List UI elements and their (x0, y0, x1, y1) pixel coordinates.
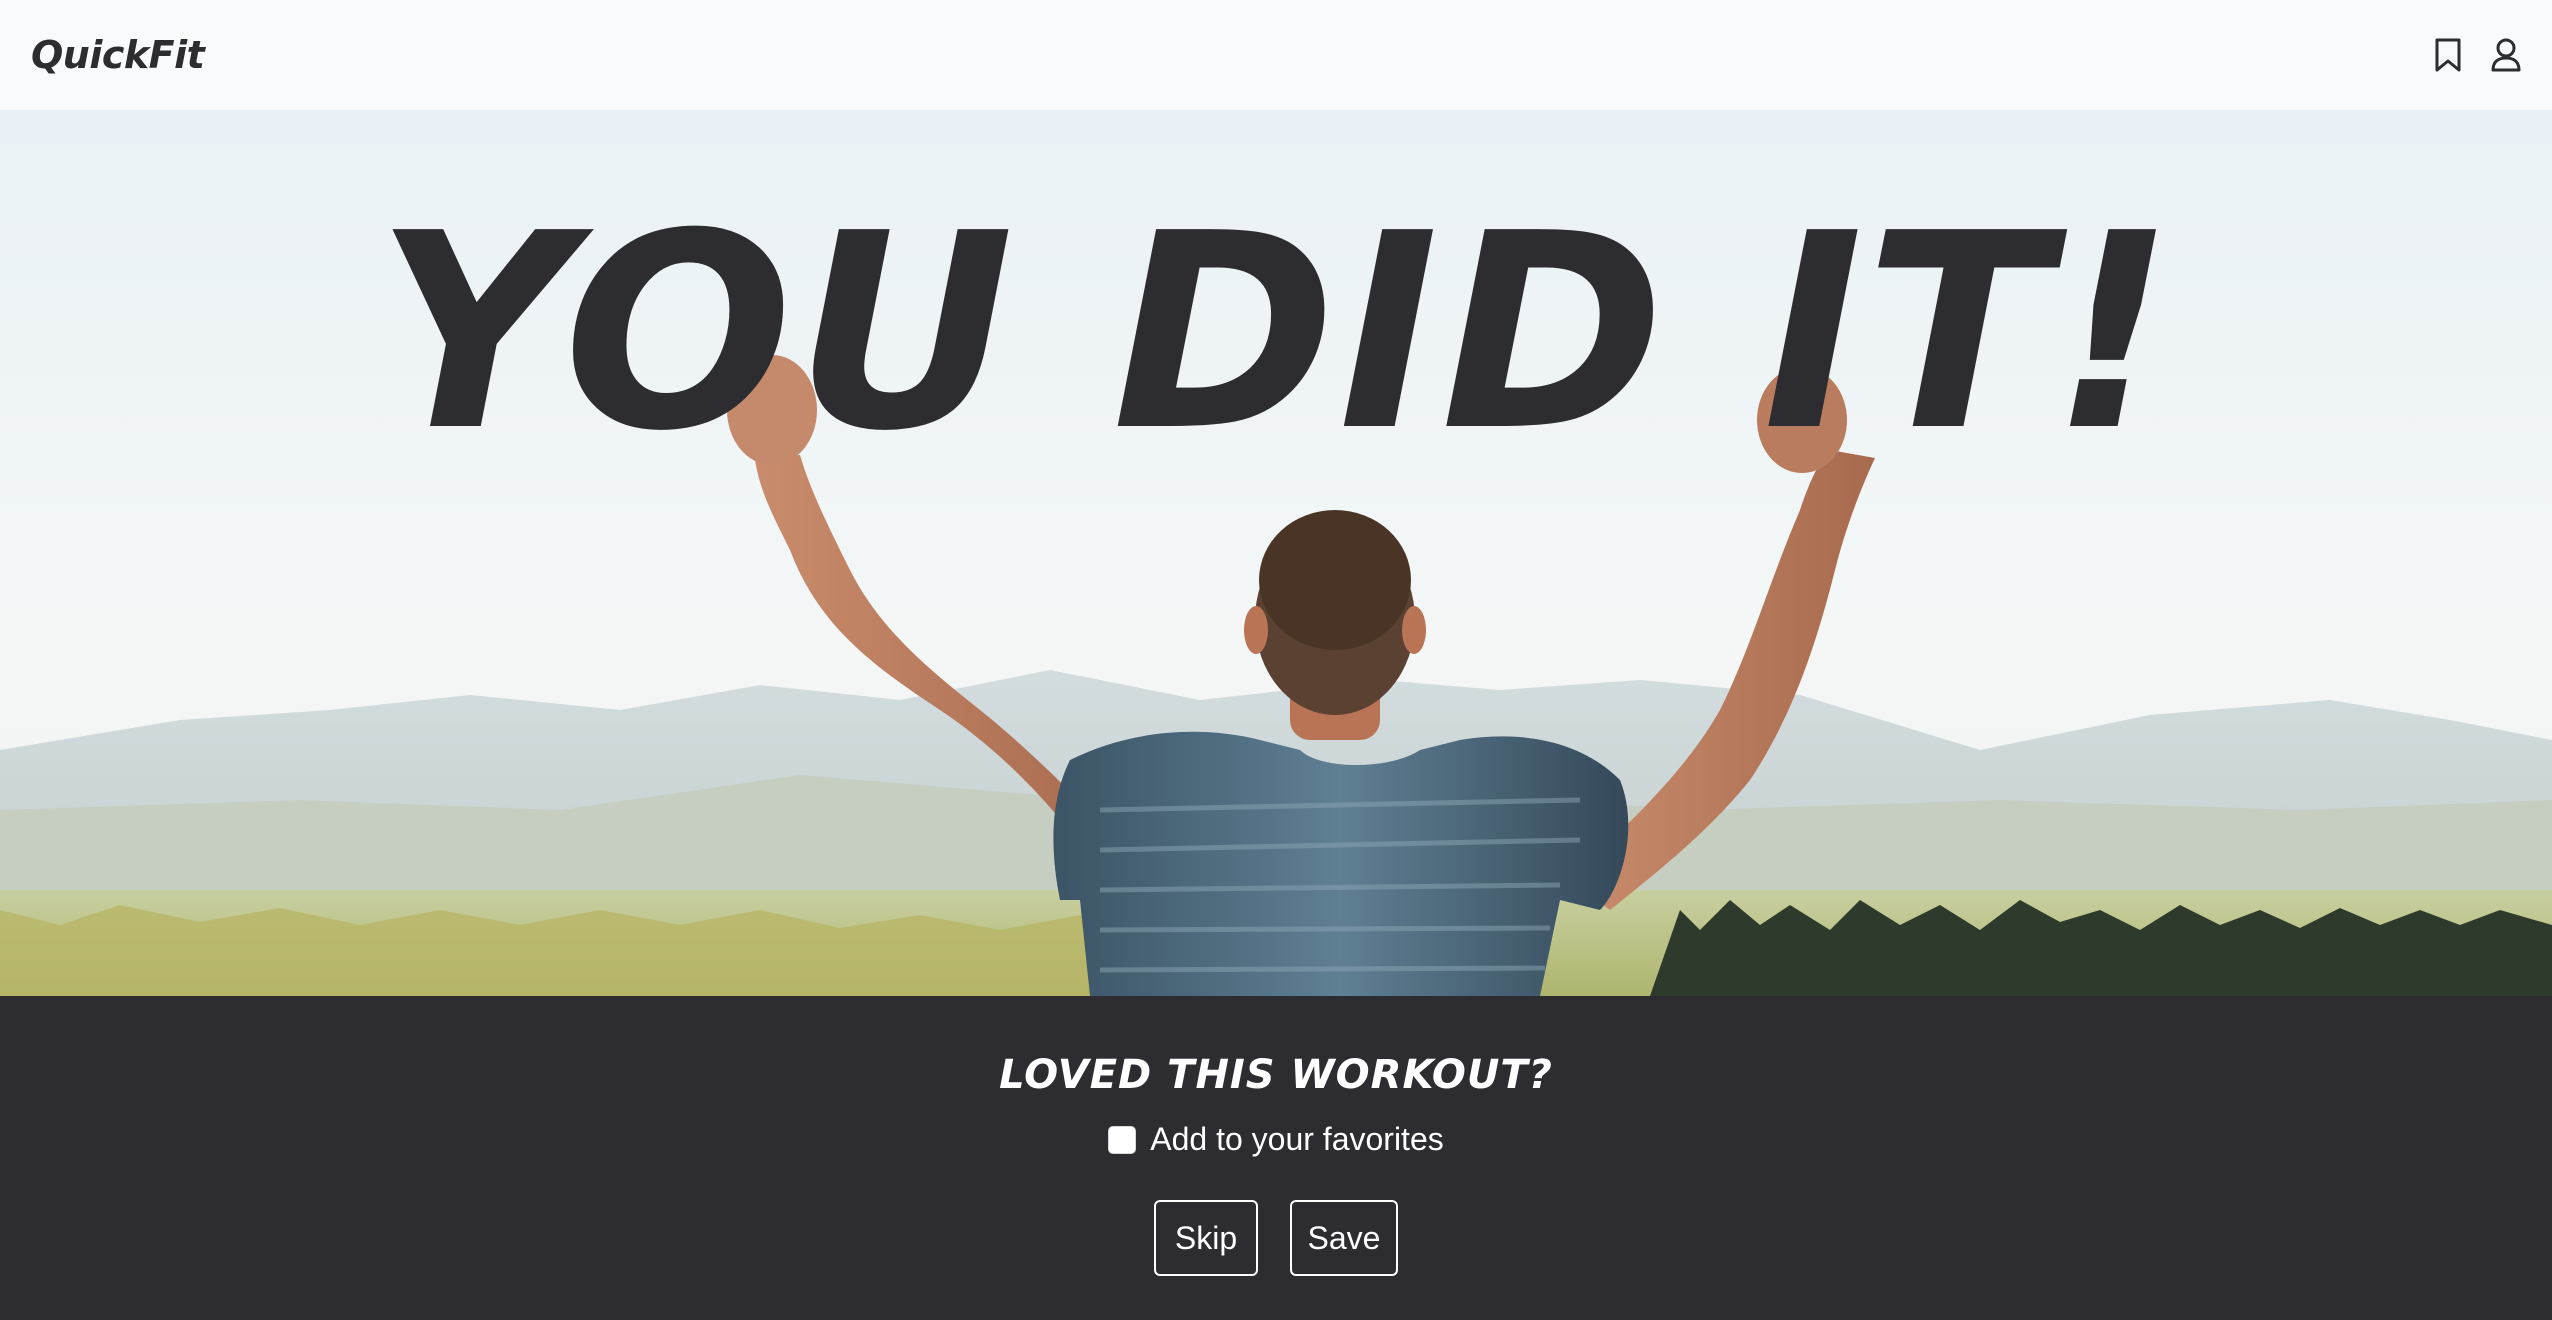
save-button[interactable]: Save (1290, 1200, 1398, 1276)
top-nav-bar: QuickFit (0, 0, 2552, 110)
favorite-option: Add to your favorites (0, 1121, 2552, 1158)
skip-button[interactable]: Skip (1154, 1200, 1258, 1276)
favorite-checkbox[interactable] (1108, 1125, 1137, 1154)
feedback-title: LOVED THIS WORKOUT? (999, 1052, 1553, 1098)
action-buttons: Skip Save (0, 1200, 2552, 1276)
user-icon[interactable] (2490, 36, 2522, 74)
favorite-label[interactable]: Add to your favorites (1150, 1121, 1443, 1158)
quickfit-logo[interactable]: QuickFit (31, 33, 205, 77)
header-actions (2432, 36, 2522, 74)
bookmark-icon[interactable] (2432, 36, 2464, 74)
headline: YOU DID IT! (375, 175, 2177, 490)
workout-feedback-panel: LOVED THIS WORKOUT? Add to your favorite… (0, 996, 2552, 1320)
celebration-hero: YOU DID IT! (0, 110, 2552, 996)
